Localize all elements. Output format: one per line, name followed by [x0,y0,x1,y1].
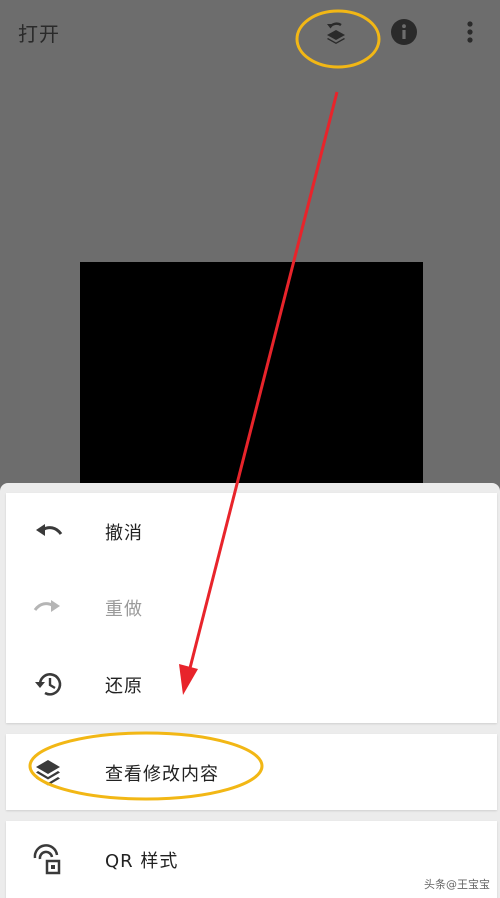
layers-icon [327,22,345,44]
qr-style-label: QR 样式 [105,851,179,872]
undo-menu-item[interactable]: 撤消 [6,493,497,569]
undo-label: 撤消 [105,523,143,544]
more-options-button[interactable] [458,18,482,46]
bottom-sheet: 撤消 重做 还原 查看修改内容 QR 样式 [0,483,500,898]
undo-icon [36,524,63,536]
open-button[interactable]: 打开 [18,18,60,47]
layers-icon [36,760,60,786]
watermark: 头条@王宝宝 [424,878,490,891]
layers-button[interactable] [318,16,354,52]
redo-icon [33,600,60,612]
more-vert-icon [467,21,473,43]
qr-style-icon [33,844,61,875]
restore-menu-item[interactable]: 还原 [6,646,497,722]
top-app-bar: 打开 [0,0,500,64]
view-edits-label: 查看修改内容 [105,764,219,785]
info-icon [391,19,417,45]
view-edits-menu-item[interactable]: 查看修改内容 [6,734,497,810]
redo-menu-item[interactable]: 重做 [6,569,497,645]
restore-label: 还原 [105,676,143,697]
view-edits-card: 查看修改内容 [6,734,497,810]
info-button[interactable] [390,18,418,46]
redo-label: 重做 [105,599,143,620]
history-menu-card: 撤消 重做 还原 [6,493,497,723]
image-preview [80,262,423,487]
restore-history-icon [35,673,62,696]
